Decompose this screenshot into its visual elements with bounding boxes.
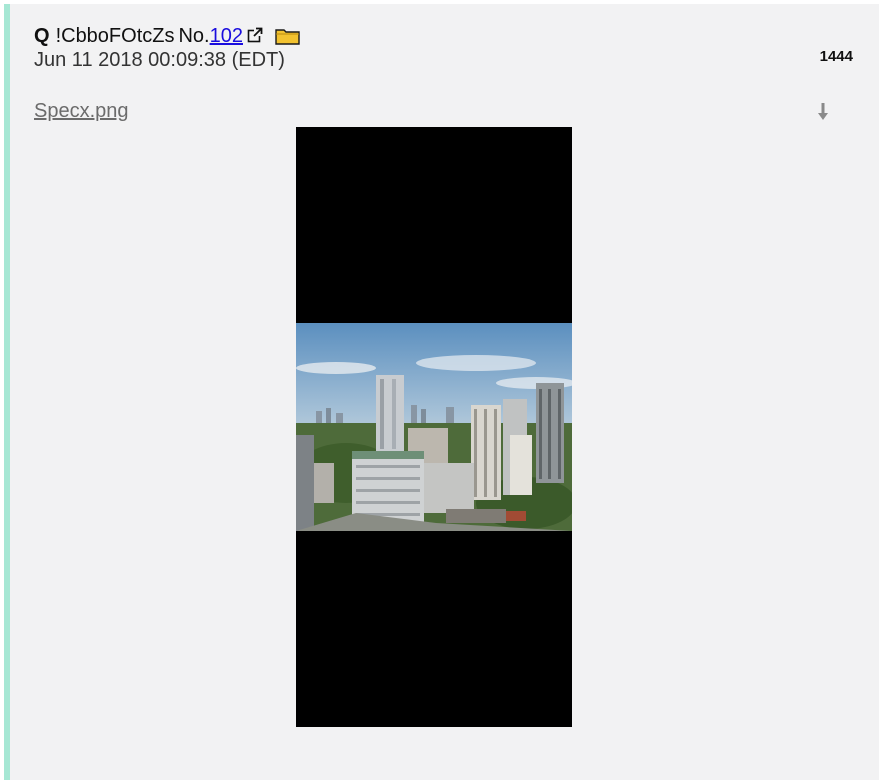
city-skyline-photo (296, 323, 572, 531)
post-header: Q !CbboFOtcZs No. 102 Jun 11 2018 00:09:… (34, 24, 864, 71)
post-header-line: Q !CbboFOtcZs No. 102 (34, 24, 864, 47)
post-container: Q !CbboFOtcZs No. 102 Jun 11 2018 00:09:… (4, 4, 879, 780)
folder-icon[interactable] (275, 27, 301, 45)
post-image[interactable] (296, 127, 572, 727)
post-count: 1444 (819, 48, 853, 65)
file-name-link[interactable]: Specx.png (34, 100, 129, 123)
tripcode: !CbboFOtcZs (55, 25, 175, 47)
author-name: Q (34, 25, 50, 47)
post-no-label: No. (178, 25, 210, 47)
external-link-icon[interactable] (247, 26, 263, 43)
download-icon[interactable] (817, 102, 829, 122)
post-date: Jun 11 2018 00:09:38 (EDT) (34, 49, 285, 71)
post-number-link[interactable]: 102 (210, 25, 243, 47)
